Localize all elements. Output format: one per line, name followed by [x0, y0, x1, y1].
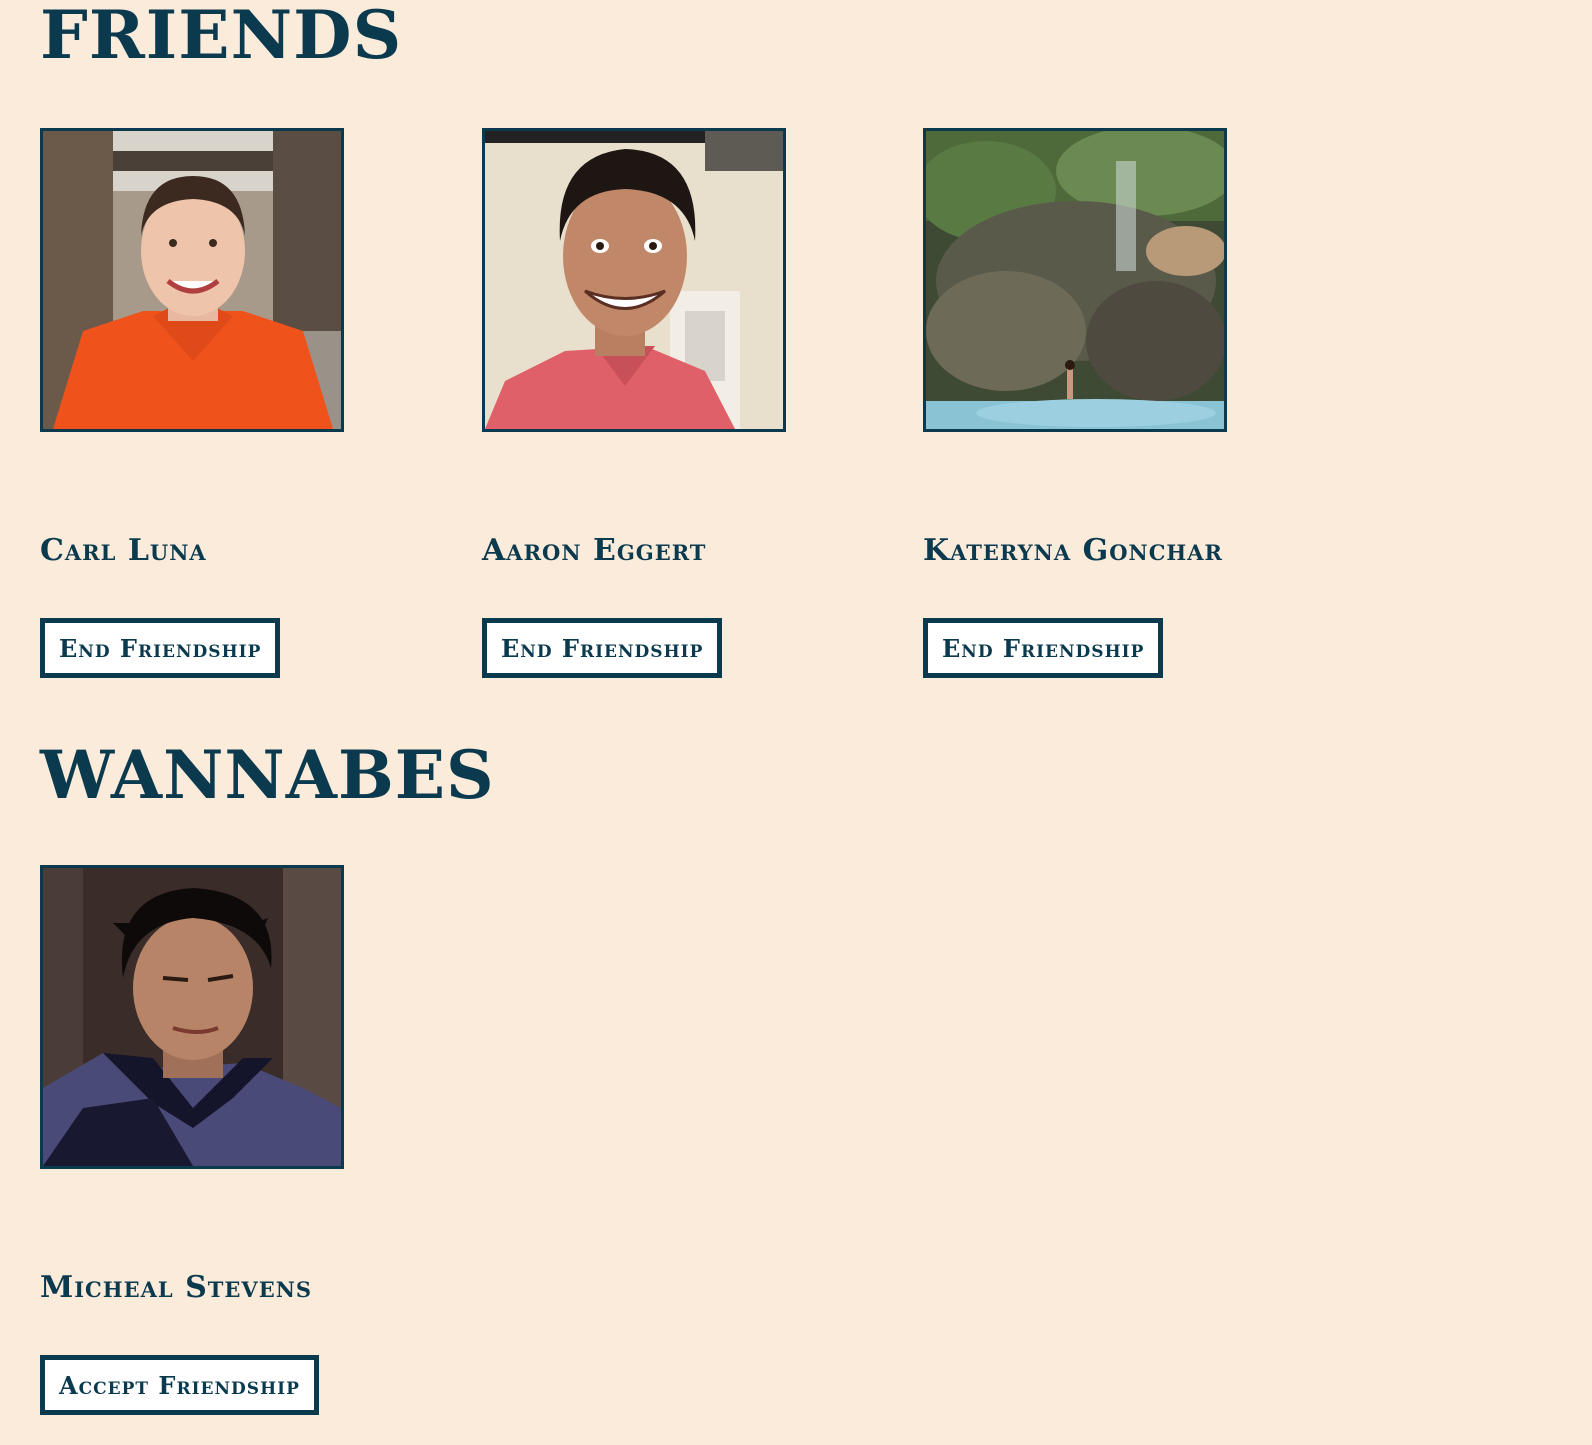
friend-name: Kateryna Gonchar	[923, 533, 1223, 568]
friend-name: Carl Luna	[40, 533, 207, 568]
end-friendship-button[interactable]: End Friendship	[40, 618, 281, 678]
friend-card: Aaron Eggert End Friendship	[482, 128, 902, 678]
photo-smiling-man-pink-shirt	[485, 131, 783, 429]
wannabe-card: Micheal Stevens Accept Friendship	[40, 865, 460, 1415]
wannabes-heading: Wannabes	[40, 736, 495, 814]
photo-waterfall-rock-pool	[926, 131, 1224, 429]
profile-photo[interactable]	[40, 865, 344, 1169]
profile-photo[interactable]	[40, 128, 344, 432]
end-friendship-button[interactable]: End Friendship	[923, 618, 1164, 678]
profile-photo[interactable]	[923, 128, 1227, 432]
profile-photo[interactable]	[482, 128, 786, 432]
friend-card: Kateryna Gonchar End Friendship	[923, 128, 1343, 678]
accept-friendship-button[interactable]: Accept Friendship	[40, 1355, 319, 1415]
end-friendship-button[interactable]: End Friendship	[482, 618, 723, 678]
friend-name: Aaron Eggert	[482, 533, 707, 568]
photo-dark-haired-man-dark-shirt	[43, 868, 341, 1166]
friend-card: Carl Luna End Friendship	[40, 128, 460, 678]
photo-young-man-orange-jacket-street	[43, 131, 341, 429]
wannabe-name: Micheal Stevens	[40, 1270, 313, 1305]
friends-heading: Friends	[40, 0, 403, 74]
